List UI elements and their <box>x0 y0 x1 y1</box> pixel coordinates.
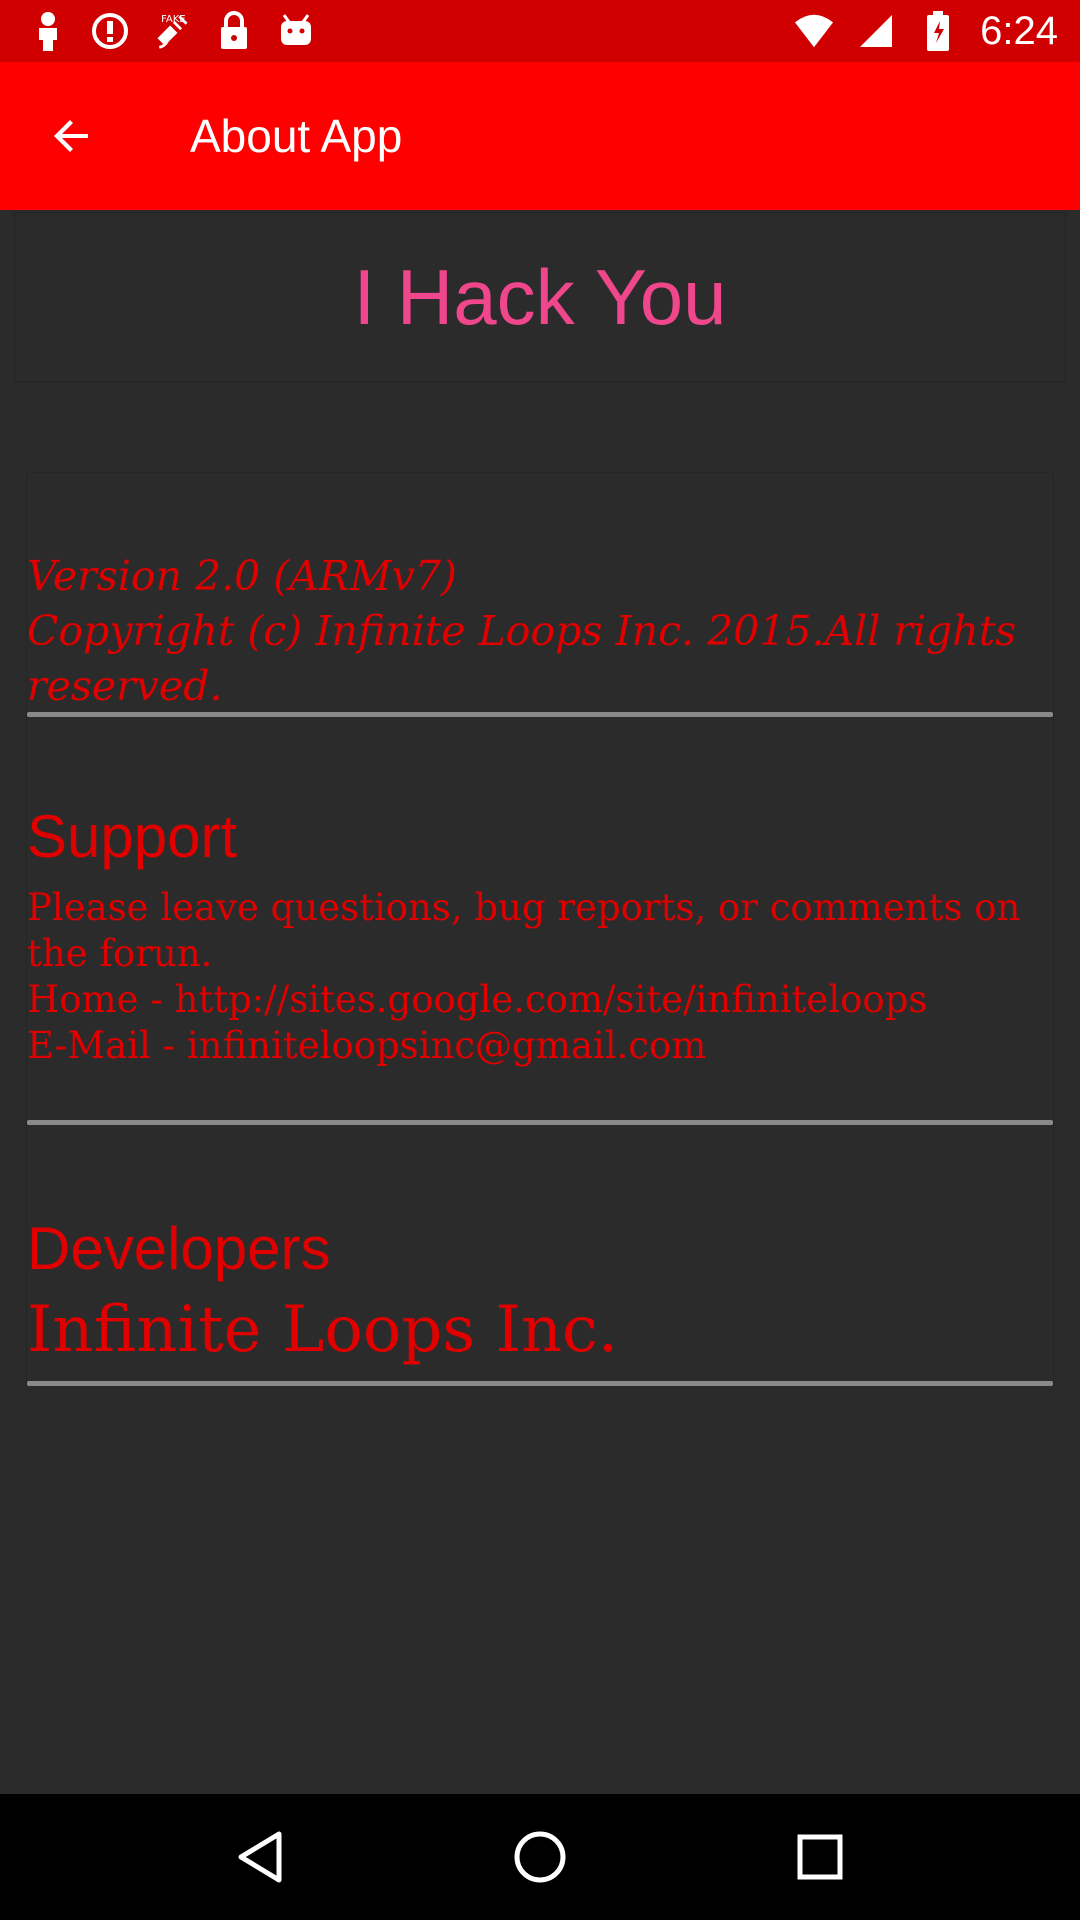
version-text: Version 2.0 (ARMv7) Copyright (c) Infini… <box>27 549 1055 714</box>
page-title: About App <box>190 110 403 162</box>
support-section: Support Please leave questions, bug repo… <box>26 717 1054 1125</box>
signal-icon <box>856 11 896 51</box>
developers-title: Developers <box>27 1215 331 1282</box>
developers-section: Developers Infinite Loops Inc. <box>26 1128 1054 1386</box>
android-icon <box>276 11 316 51</box>
app-name: I Hack You <box>353 252 727 341</box>
status-left-icons: FAKE <box>28 11 316 51</box>
version-section: Version 2.0 (ARMv7) Copyright (c) Infini… <box>26 472 1054 717</box>
triangle-back-icon <box>238 1831 282 1883</box>
status-bar: FAKE 6:24 <box>0 0 1080 62</box>
nav-back-button[interactable] <box>205 1802 315 1912</box>
content-area: I Hack You Version 2.0 (ARMv7) Copyright… <box>0 210 1080 1794</box>
navigation-bar <box>0 1794 1080 1920</box>
battery-icon <box>918 11 958 51</box>
nav-home-button[interactable] <box>485 1802 595 1912</box>
lock-icon <box>214 11 254 51</box>
person-pin-icon <box>28 11 68 51</box>
app-name-card: I Hack You <box>14 212 1066 382</box>
back-button[interactable] <box>22 86 122 186</box>
nav-recents-button[interactable] <box>765 1802 875 1912</box>
support-message: Please leave questions, bug reports, or … <box>27 886 1021 975</box>
app-bar: About App <box>0 62 1080 210</box>
fake-gps-icon: FAKE <box>152 11 192 51</box>
wifi-icon <box>794 11 834 51</box>
support-title: Support <box>27 803 238 870</box>
circle-home-icon <box>514 1831 566 1883</box>
divider <box>27 1120 1053 1125</box>
support-text: Please leave questions, bug reports, or … <box>27 885 1055 1069</box>
divider <box>27 1381 1053 1386</box>
alert-circle-icon <box>90 11 130 51</box>
copyright-label: Copyright (c) Infinite Loops Inc. 2015.A… <box>27 607 1017 710</box>
version-label: Version 2.0 (ARMv7) <box>27 552 457 600</box>
developer-name: Infinite Loops Inc. <box>27 1293 619 1367</box>
status-time: 6:24 <box>980 8 1058 53</box>
square-recents-icon <box>797 1834 843 1880</box>
support-home-link[interactable]: Home - http://sites.google.com/site/infi… <box>27 977 1055 1023</box>
support-email-link[interactable]: E-Mail - infiniteloopsinc@gmail.com <box>27 1023 1055 1069</box>
status-right-icons: 6:24 <box>794 9 1058 54</box>
arrow-left-icon <box>54 120 88 152</box>
